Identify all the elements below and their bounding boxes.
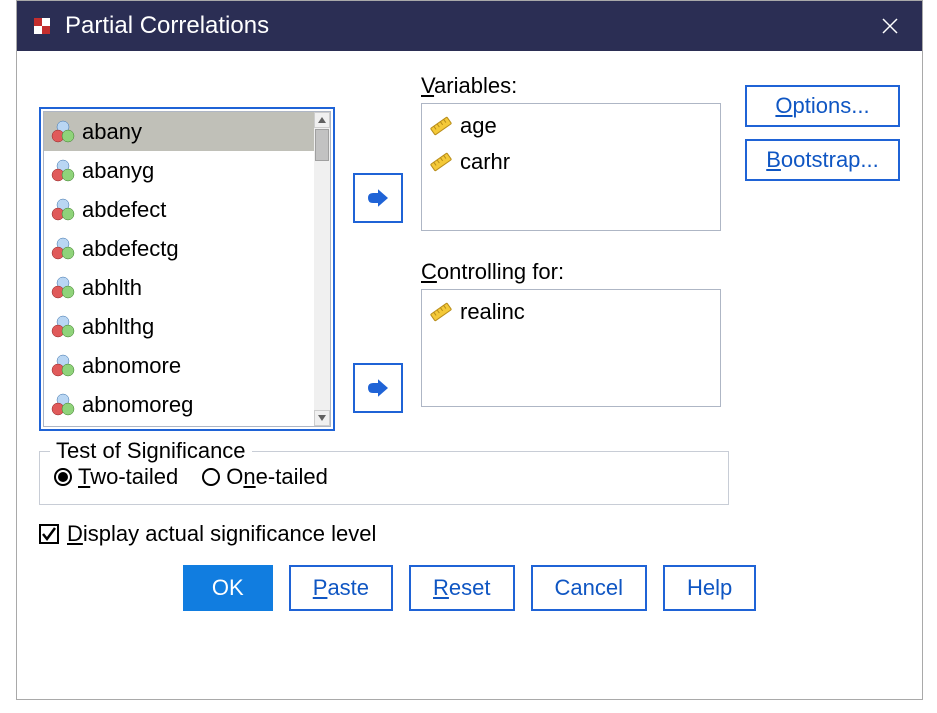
app-icon xyxy=(29,13,55,39)
list-item-label: abanyg xyxy=(82,158,154,184)
list-item[interactable]: abhlth xyxy=(44,268,314,307)
display-significance-label: Display actual significance level xyxy=(67,521,376,547)
check-icon xyxy=(41,526,57,542)
two-tailed-radio[interactable]: Two-tailed xyxy=(54,464,178,490)
help-button[interactable]: Help xyxy=(663,565,756,611)
scale-icon xyxy=(428,113,454,139)
scroll-down-button[interactable] xyxy=(314,410,330,426)
nominal-icon xyxy=(50,119,76,145)
list-item-label: abdefectg xyxy=(82,236,179,262)
variables-label: Variables: xyxy=(421,73,729,99)
arrow-right-icon xyxy=(363,373,393,403)
scale-icon xyxy=(428,149,454,175)
scroll-thumb[interactable] xyxy=(315,129,329,161)
list-item[interactable]: abany xyxy=(44,112,314,151)
nominal-icon xyxy=(50,158,76,184)
reset-button[interactable]: Reset xyxy=(409,565,514,611)
one-tailed-radio[interactable]: One-tailed xyxy=(202,464,328,490)
significance-group: Test of Significance Two-tailed One-tail… xyxy=(39,451,729,505)
list-item-label: carhr xyxy=(460,149,510,175)
controlling-list[interactable]: realinc xyxy=(421,289,721,407)
list-item[interactable]: carhr xyxy=(428,144,714,180)
bootstrap-button[interactable]: Bootstrap... xyxy=(745,139,900,181)
list-item[interactable]: abanyg xyxy=(44,151,314,190)
list-item-label: realinc xyxy=(460,299,525,325)
list-item[interactable]: age xyxy=(428,108,714,144)
dialog-content: abany abanyg abdefect abdefectg abhlth abhlth… xyxy=(17,51,922,699)
nominal-icon xyxy=(50,353,76,379)
nominal-icon xyxy=(50,236,76,262)
display-significance-checkbox[interactable] xyxy=(39,524,59,544)
options-button[interactable]: Options... xyxy=(745,85,900,127)
cancel-button[interactable]: Cancel xyxy=(531,565,647,611)
list-item-label: age xyxy=(460,113,497,139)
nominal-icon xyxy=(50,275,76,301)
source-listbox-focus-ring: abany abanyg abdefect abdefectg abhlth abhlth… xyxy=(39,107,335,431)
titlebar: Partial Correlations xyxy=(17,1,922,51)
list-item[interactable]: realinc xyxy=(428,294,714,330)
list-item[interactable]: abnomoreg xyxy=(44,385,314,424)
radio-icon xyxy=(54,468,72,486)
arrow-right-icon xyxy=(363,183,393,213)
list-item[interactable]: abhlthg xyxy=(44,307,314,346)
list-item-label: abhlth xyxy=(82,275,142,301)
list-item[interactable]: abdefectg xyxy=(44,229,314,268)
scale-icon xyxy=(428,299,454,325)
list-item-label: abdefect xyxy=(82,197,166,223)
list-item-label: abnomore xyxy=(82,353,181,379)
controlling-label: Controlling for: xyxy=(421,259,729,285)
ok-button[interactable]: OK xyxy=(183,565,273,611)
list-item[interactable]: abnomore xyxy=(44,346,314,385)
radio-icon xyxy=(202,468,220,486)
nominal-icon xyxy=(50,197,76,223)
scrollbar[interactable] xyxy=(314,112,330,426)
button-row: OK Paste Reset Cancel Help xyxy=(39,565,900,611)
significance-legend: Test of Significance xyxy=(50,438,252,464)
source-variable-list[interactable]: abany abanyg abdefect abdefectg abhlth abhlth… xyxy=(43,111,331,427)
list-item-label: abhlthg xyxy=(82,314,154,340)
partial-correlations-dialog: Partial Correlations abany abanyg abdefect… xyxy=(16,0,923,700)
move-to-variables-button[interactable] xyxy=(353,173,403,223)
close-button[interactable] xyxy=(870,6,910,46)
list-item-label: abnomoreg xyxy=(82,392,193,418)
paste-button[interactable]: Paste xyxy=(289,565,393,611)
list-item-label: abany xyxy=(82,119,142,145)
window-title: Partial Correlations xyxy=(65,12,269,40)
nominal-icon xyxy=(50,392,76,418)
move-to-controlling-button[interactable] xyxy=(353,363,403,413)
scroll-up-button[interactable] xyxy=(314,112,330,128)
variables-list[interactable]: age carhr xyxy=(421,103,721,231)
nominal-icon xyxy=(50,314,76,340)
close-icon xyxy=(880,16,900,36)
list-item[interactable]: abdefect xyxy=(44,190,314,229)
